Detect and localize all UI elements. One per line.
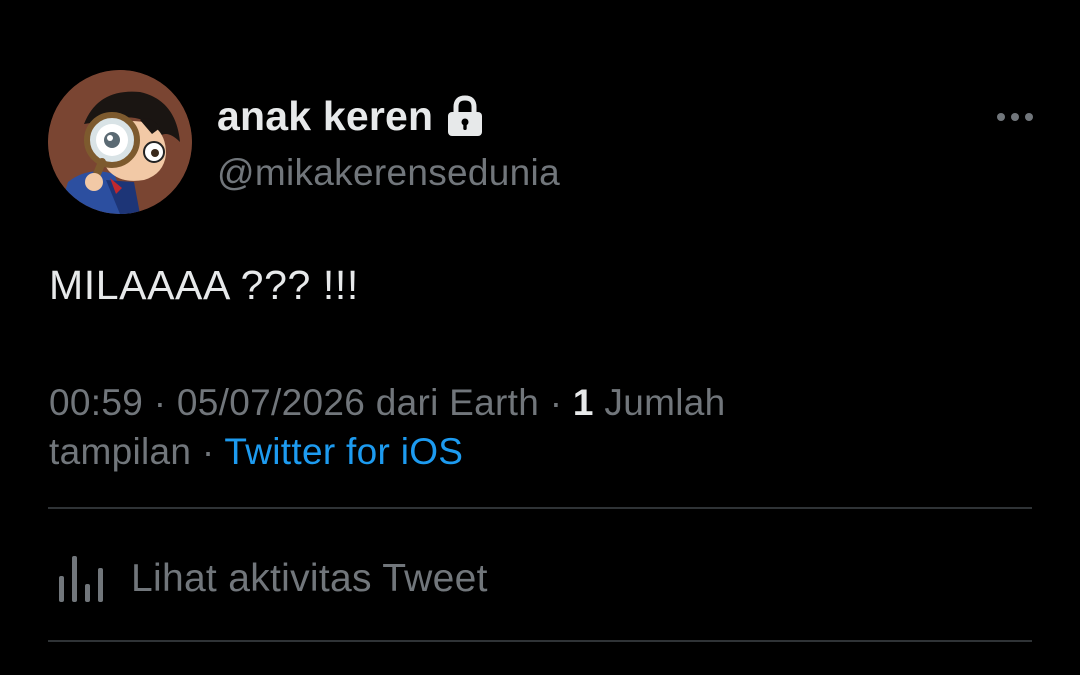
tweet-time: 00:59 <box>49 382 144 423</box>
tweet-location: dari Earth <box>375 382 540 423</box>
avatar[interactable] <box>48 70 192 214</box>
avatar-image <box>48 70 192 214</box>
views-label: Jumlah <box>604 382 726 423</box>
more-options-icon <box>997 113 1033 121</box>
more-options-button[interactable] <box>990 104 1040 130</box>
views-label-continued: tampilan <box>49 431 192 472</box>
tweet-metadata: 00:59 · 05/07/2026 dari Earth · 1 Jumlah… <box>49 378 949 476</box>
divider <box>48 640 1032 642</box>
lock-icon <box>447 95 483 137</box>
bar-chart-icon <box>59 556 103 602</box>
separator: · <box>201 431 215 472</box>
view-tweet-activity-button[interactable]: Lihat aktivitas Tweet <box>57 553 488 605</box>
author-name-row: anak keren <box>217 89 483 143</box>
tweet-date: 05/07/2026 <box>176 382 366 423</box>
tweet-text: MILAAAA ??? !!! <box>49 262 359 308</box>
divider <box>48 507 1032 509</box>
activity-label: Lihat aktivitas Tweet <box>131 557 488 600</box>
user-handle[interactable]: @mikakerensedunia <box>217 152 560 194</box>
views-count: 1 <box>572 382 594 423</box>
display-name[interactable]: anak keren <box>217 93 433 140</box>
separator: · <box>549 382 563 423</box>
separator: · <box>153 382 167 423</box>
source-link[interactable]: Twitter for iOS <box>224 431 463 472</box>
